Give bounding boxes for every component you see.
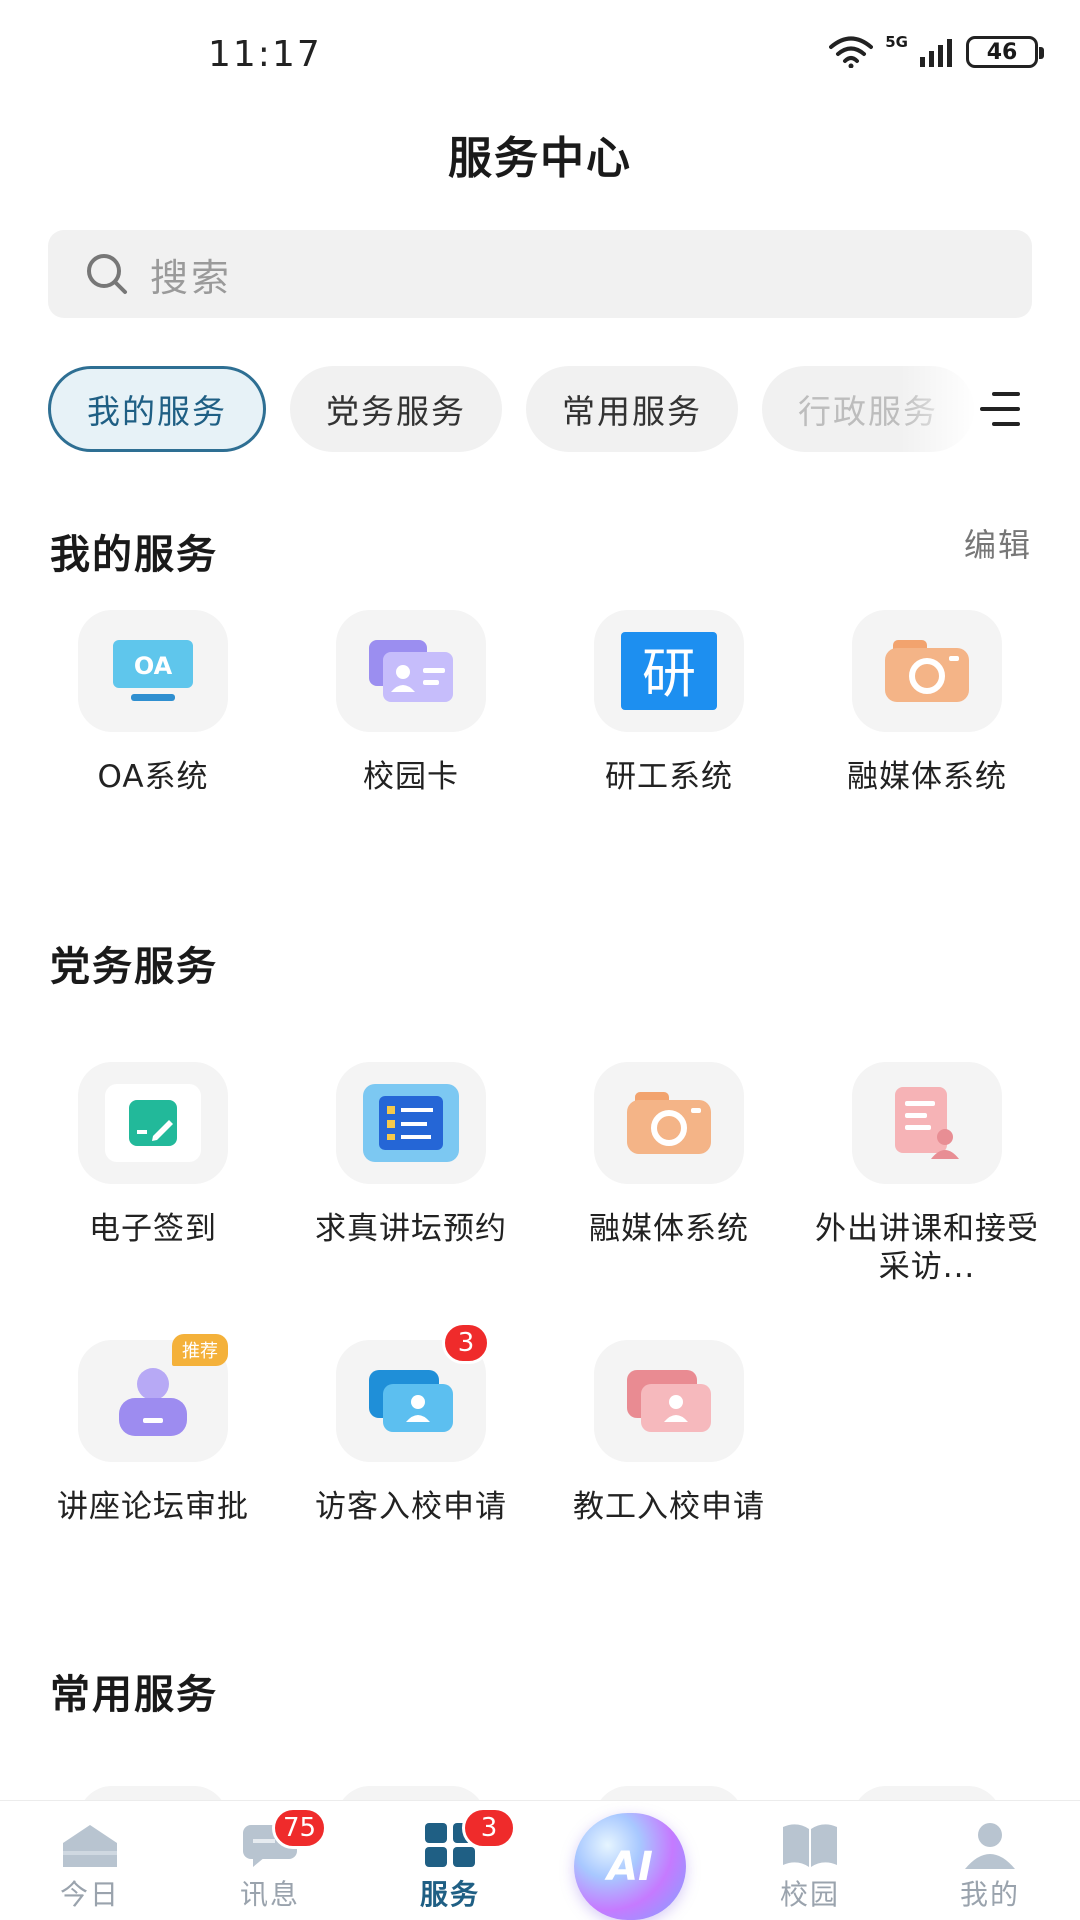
service-e-sign-in[interactable]: 电子签到 bbox=[24, 1062, 282, 1248]
tab-my-services[interactable]: 我的服务 bbox=[48, 366, 266, 452]
section-title-common-services: 常用服务 bbox=[50, 1672, 218, 1718]
visitor-cards-icon: 3 bbox=[336, 1322, 490, 1462]
service-media-system[interactable]: 融媒体系统 bbox=[798, 610, 1056, 796]
svg-text:研: 研 bbox=[642, 642, 696, 705]
document-person-icon bbox=[852, 1062, 1002, 1184]
service-label: 求真讲坛预约 bbox=[315, 1211, 507, 1247]
nav-label: 我的 bbox=[959, 1878, 1020, 1911]
service-label: 校园卡 bbox=[363, 759, 459, 795]
book-icon bbox=[783, 1824, 837, 1867]
search-placeholder: 搜索 bbox=[150, 255, 233, 300]
home-icon bbox=[63, 1825, 117, 1867]
oa-monitor-icon: OA bbox=[78, 610, 228, 732]
staff-cards-icon bbox=[594, 1340, 744, 1462]
nav-item-campus[interactable]: 校园 bbox=[720, 1801, 900, 1920]
nav-badge: 75 bbox=[272, 1807, 328, 1849]
service-yangong-system[interactable]: 研 研工系统 bbox=[540, 610, 798, 796]
network-label: 5G bbox=[885, 33, 908, 51]
service-label: 讲座论坛审批 bbox=[57, 1489, 249, 1525]
status-bar: 11:17 5G 46 bbox=[0, 0, 1080, 100]
status-time: 11:17 bbox=[208, 34, 322, 75]
category-tabs: 我的服务 党务服务 常用服务 行政服务 bbox=[48, 366, 988, 454]
notification-badge: 3 bbox=[442, 1322, 490, 1364]
user-card-icon: 推荐 bbox=[78, 1334, 228, 1462]
campus-card-icon bbox=[336, 610, 486, 732]
nav-badge: 3 bbox=[462, 1807, 516, 1849]
list-board-icon bbox=[336, 1062, 486, 1184]
service-oa-system[interactable]: OA OA系统 bbox=[24, 610, 282, 796]
svg-text:OA: OA bbox=[134, 652, 173, 680]
nav-label: 今日 bbox=[59, 1878, 120, 1911]
service-label: 研工系统 bbox=[605, 759, 733, 795]
nav-item-today[interactable]: 今日 bbox=[0, 1801, 180, 1920]
recommend-tag: 推荐 bbox=[172, 1334, 228, 1366]
search-input[interactable]: 搜索 bbox=[48, 230, 1032, 318]
bottom-nav: 今日 讯息 75 服务 3 AI 校园 我的 bbox=[0, 1800, 1080, 1920]
service-lecture-approval[interactable]: 推荐 讲座论坛审批 bbox=[24, 1334, 282, 1526]
service-label: 电子签到 bbox=[89, 1211, 217, 1247]
tab-common-services[interactable]: 常用服务 bbox=[526, 366, 738, 452]
status-icons: 5G 46 bbox=[829, 33, 1044, 68]
yan-character-icon: 研 bbox=[594, 610, 744, 732]
service-label: 访客入校申请 bbox=[315, 1489, 507, 1525]
service-visitor-entry[interactable]: 3 访客入校申请 bbox=[282, 1322, 540, 1526]
camera-icon bbox=[852, 610, 1002, 732]
signal-icon bbox=[920, 39, 952, 67]
nav-item-messages[interactable]: 讯息 75 bbox=[180, 1801, 360, 1920]
edit-note-icon bbox=[78, 1062, 228, 1184]
nav-label: 服务 bbox=[419, 1878, 480, 1911]
nav-label: 校园 bbox=[779, 1878, 840, 1911]
wifi-icon bbox=[829, 36, 874, 68]
nav-item-services[interactable]: 服务 3 bbox=[360, 1801, 540, 1920]
service-label: 融媒体系统 bbox=[847, 759, 1007, 795]
ai-orb-icon: AI bbox=[574, 1813, 686, 1920]
service-staff-entry[interactable]: 教工入校申请 bbox=[540, 1340, 798, 1526]
nav-item-profile[interactable]: 我的 bbox=[900, 1801, 1080, 1920]
battery-icon: 46 bbox=[966, 36, 1044, 68]
service-campus-card[interactable]: 校园卡 bbox=[282, 610, 540, 796]
section-title-party-services: 党务服务 bbox=[50, 944, 218, 990]
service-label: 教工入校申请 bbox=[573, 1489, 765, 1525]
service-label: 融媒体系统 bbox=[589, 1211, 749, 1247]
search-icon bbox=[87, 254, 127, 294]
service-label: 外出讲课和接受采访... bbox=[815, 1211, 1039, 1285]
service-lecture-interview[interactable]: 外出讲课和接受采访... bbox=[798, 1062, 1056, 1286]
service-label: OA系统 bbox=[97, 759, 209, 795]
service-qiuzhen-forum[interactable]: 求真讲坛预约 bbox=[282, 1062, 540, 1248]
section-title-my-services: 我的服务 bbox=[50, 532, 218, 578]
menu-icon[interactable] bbox=[980, 392, 1020, 428]
tab-party-services[interactable]: 党务服务 bbox=[290, 366, 502, 452]
edit-button[interactable]: 编辑 bbox=[964, 520, 1032, 566]
service-media-system-2[interactable]: 融媒体系统 bbox=[540, 1062, 798, 1248]
nav-label: 讯息 bbox=[239, 1878, 300, 1911]
page-title: 服务中心 bbox=[448, 133, 632, 184]
nav-item-ai[interactable]: AI bbox=[540, 1801, 720, 1920]
camera-icon bbox=[594, 1062, 744, 1184]
person-icon bbox=[965, 1823, 1015, 1869]
